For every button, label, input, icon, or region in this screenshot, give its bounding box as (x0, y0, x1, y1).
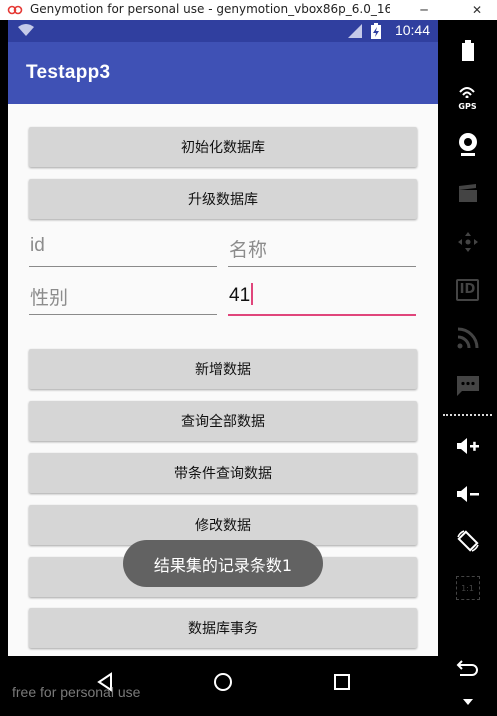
content-area: 初始化数据库 升级数据库 id 名称 性别 41 新增数据 查询全部数据 带条件… (8, 104, 438, 656)
genymotion-logo-icon (7, 5, 23, 15)
gps-widget-button[interactable]: GPS (438, 82, 497, 112)
scale-label: 1:1 (461, 583, 474, 593)
id-icon: ID (455, 279, 480, 301)
age-field[interactable]: 41 (228, 278, 416, 316)
camera-widget-button[interactable] (438, 130, 497, 160)
signal-icon (348, 24, 362, 38)
watermark-text: free for personal use (12, 684, 141, 700)
id-placeholder: id (30, 235, 45, 256)
volume-up-button[interactable] (438, 432, 497, 460)
sms-widget-button[interactable] (438, 372, 497, 400)
upgrade-database-button[interactable]: 升级数据库 (29, 179, 417, 219)
rotate-icon (456, 530, 479, 552)
name-placeholder: 名称 (229, 240, 268, 261)
dpad-icon (457, 232, 478, 252)
nav-home-button[interactable] (205, 668, 241, 696)
gps-icon: GPS (458, 83, 477, 111)
query-all-button[interactable]: 查询全部数据 (29, 401, 417, 441)
age-value: 41 (229, 285, 251, 306)
gender-placeholder: 性别 (30, 288, 69, 309)
side-back-button[interactable] (438, 656, 497, 680)
gps-label: GPS (458, 102, 477, 111)
camera-icon (458, 133, 477, 156)
query-conditional-button[interactable]: 带条件查询数据 (29, 453, 417, 493)
gender-field[interactable]: 性别 (29, 278, 217, 315)
recents-square-icon (334, 674, 350, 690)
home-circle-icon (214, 673, 232, 691)
init-database-button[interactable]: 初始化数据库 (29, 127, 417, 167)
add-data-button[interactable]: 新增数据 (29, 349, 417, 389)
android-screen: 10:44 Testapp3 初始化数据库 升级数据库 id 名称 性别 41 … (8, 20, 438, 656)
network-widget-button[interactable] (438, 324, 497, 352)
device-id-widget-button[interactable]: ID (438, 276, 497, 304)
transaction-button[interactable]: 数据库事务 (29, 608, 417, 648)
minimize-button[interactable]: ─ (410, 0, 438, 20)
back-arrow-icon (456, 660, 478, 676)
scale-button[interactable]: 1:1 (438, 574, 497, 602)
id-field[interactable]: id (29, 230, 217, 267)
genymotion-side-panel: GPS ID 1:1 (438, 20, 497, 716)
window-titlebar: Genymotion for personal use - genymotion… (0, 0, 497, 21)
dpad-widget-button[interactable] (438, 228, 497, 256)
window-title: Genymotion for personal use - genymotion… (30, 2, 390, 16)
text-cursor (251, 283, 254, 305)
app-bar: Testapp3 (8, 42, 438, 104)
battery-icon (461, 40, 474, 61)
toast-message: 结果集的记录条数1 (123, 540, 323, 587)
device-frame-left (0, 20, 8, 716)
status-bar: 10:44 (8, 20, 438, 42)
wifi-icon (18, 24, 34, 36)
modify-data-button[interactable]: 修改数据 (29, 505, 417, 545)
clapperboard-icon (458, 184, 477, 202)
volume-up-icon (456, 438, 479, 454)
age-field-value-wrap: 41 (229, 283, 254, 307)
name-field[interactable]: 名称 (228, 230, 416, 267)
volume-down-button[interactable] (438, 480, 497, 508)
id-label: ID (459, 282, 476, 297)
close-button[interactable]: ✕ (463, 0, 491, 20)
panel-expand-button[interactable] (438, 696, 497, 708)
sms-icon (456, 376, 479, 396)
nav-recents-button[interactable] (324, 668, 360, 696)
rotate-button[interactable] (438, 526, 497, 556)
scale-icon: 1:1 (455, 576, 480, 600)
side-panel-divider (443, 414, 492, 416)
status-time: 10:44 (394, 22, 430, 38)
rss-icon (457, 327, 478, 349)
battery-charging-icon (371, 23, 381, 39)
chevron-down-icon (462, 699, 473, 705)
volume-down-icon (456, 486, 479, 502)
battery-widget-button[interactable] (438, 38, 497, 64)
capture-widget-button[interactable] (438, 180, 497, 206)
app-title: Testapp3 (26, 62, 111, 83)
